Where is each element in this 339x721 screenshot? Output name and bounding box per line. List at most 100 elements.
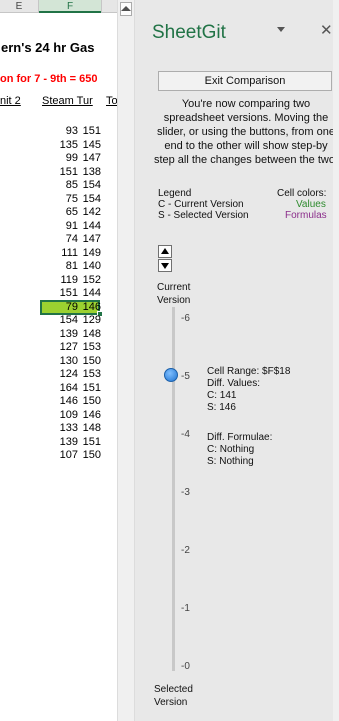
cell-unit2[interactable]: 91 xyxy=(40,220,78,233)
column-header-e[interactable]: E xyxy=(0,0,38,13)
column-header-label: F xyxy=(66,1,74,12)
cell-unit2[interactable]: 127 xyxy=(40,341,78,354)
cell-steam-turbine[interactable]: 151 xyxy=(80,382,101,395)
cell-unit2[interactable]: 124 xyxy=(40,368,78,381)
cell-unit2[interactable]: 151 xyxy=(40,287,78,300)
cell-range-text: Cell Range: $F$18 xyxy=(207,366,291,377)
cell-steam-turbine[interactable]: 149 xyxy=(80,247,101,260)
cell-steam-turbine[interactable]: 147 xyxy=(80,233,101,246)
cell-steam-turbine[interactable]: 146 xyxy=(80,409,101,422)
arrow-up-icon xyxy=(121,6,131,11)
cell-unit2[interactable]: 93 xyxy=(40,125,78,138)
exit-comparison-button[interactable]: Exit Comparison xyxy=(158,71,332,91)
cell-unit2[interactable]: 109 xyxy=(40,409,78,422)
chevron-down-icon[interactable] xyxy=(277,27,285,32)
comparison-description: You're now comparing two spreadsheet ver… xyxy=(153,98,339,166)
cell-steam-turbine[interactable]: 129 xyxy=(80,314,101,327)
cell-unit2[interactable]: 135 xyxy=(40,139,78,152)
column-header-g[interactable] xyxy=(102,0,117,13)
formulas-color-label: Formulas xyxy=(285,210,327,221)
slider-tick-label: -0 xyxy=(181,661,190,672)
vertical-scrollbar[interactable] xyxy=(117,0,135,721)
cell-steam-turbine[interactable]: 154 xyxy=(80,193,101,206)
cell-unit2[interactable]: 119 xyxy=(40,274,78,287)
sheetgit-pane: SheetGit ✕ Exit Comparison You're now co… xyxy=(135,0,339,721)
cell-unit2[interactable]: 133 xyxy=(40,422,78,435)
diff-formulae-label: Diff. Formulae: xyxy=(207,432,273,443)
cell-steam-turbine[interactable]: 151 xyxy=(80,436,101,449)
cell-steam-turbine[interactable]: 148 xyxy=(80,422,101,435)
cell-unit2[interactable]: 154 xyxy=(40,314,78,327)
triangle-down-icon xyxy=(161,263,169,269)
column-label-total: To xyxy=(106,95,117,107)
cell-steam-turbine[interactable]: 146 xyxy=(80,301,101,314)
cell-steam-turbine[interactable]: 154 xyxy=(80,179,101,192)
column-header-f[interactable]: F xyxy=(39,0,101,13)
sheet-title: ern's 24 hr Gas xyxy=(1,40,95,55)
version-slider-thumb[interactable] xyxy=(164,368,178,382)
cell-unit2[interactable]: 151 xyxy=(40,166,78,179)
slider-tick-label: -1 xyxy=(181,603,190,614)
cell-steam-turbine[interactable]: 142 xyxy=(80,206,101,219)
step-up-button[interactable] xyxy=(158,245,172,258)
triangle-up-icon xyxy=(161,248,169,254)
cell-unit2[interactable]: 79 xyxy=(40,301,78,314)
cell-unit2[interactable]: 65 xyxy=(40,206,78,219)
values-color-label: Values xyxy=(296,199,326,210)
step-down-button[interactable] xyxy=(158,259,172,272)
sheet-subtitle: on for 7 - 9th = 650 xyxy=(0,73,98,85)
legend-current: C - Current Version xyxy=(158,199,244,210)
cell-steam-turbine[interactable]: 144 xyxy=(80,287,101,300)
cell-unit2[interactable]: 85 xyxy=(40,179,78,192)
column-label-steam-turbine: Steam Tur xyxy=(42,95,93,107)
cell-unit2[interactable]: 99 xyxy=(40,152,78,165)
cell-steam-turbine[interactable]: 151 xyxy=(80,125,101,138)
diff-values-label: Diff. Values: xyxy=(207,378,260,389)
cell-unit2[interactable]: 81 xyxy=(40,260,78,273)
slider-tick-label: -6 xyxy=(181,313,190,324)
cell-unit2[interactable]: 146 xyxy=(40,395,78,408)
current-formula-text: C: Nothing xyxy=(207,444,255,455)
cell-steam-turbine[interactable]: 144 xyxy=(80,220,101,233)
cell-unit2[interactable]: 74 xyxy=(40,233,78,246)
cell-steam-turbine[interactable]: 145 xyxy=(80,139,101,152)
selected-formula-text: S: Nothing xyxy=(207,456,254,467)
cell-steam-turbine[interactable]: 138 xyxy=(80,166,101,179)
cell-unit2[interactable]: 130 xyxy=(40,355,78,368)
legend-selected: S - Selected Version xyxy=(158,210,249,221)
column-label-unit2: nit 2 xyxy=(0,95,21,107)
close-icon[interactable]: ✕ xyxy=(320,21,333,39)
selected-version-label-2: Version xyxy=(154,697,188,708)
slider-tick-label: -3 xyxy=(181,487,190,498)
cell-steam-turbine[interactable]: 153 xyxy=(80,368,101,381)
scroll-up-button[interactable] xyxy=(120,2,132,16)
current-value-text: C: 141 xyxy=(207,390,237,401)
cell-unit2[interactable]: 139 xyxy=(40,436,78,449)
slider-tick-label: -5 xyxy=(181,371,190,382)
slider-tick-label: -4 xyxy=(181,429,190,440)
cell-steam-turbine[interactable]: 148 xyxy=(80,328,101,341)
cell-steam-turbine[interactable]: 140 xyxy=(80,260,101,273)
selected-version-label-1: Selected xyxy=(154,684,193,695)
cell-colors-label: Cell colors: xyxy=(277,188,327,199)
legend-label: Legend xyxy=(158,188,192,199)
cell-steam-turbine[interactable]: 150 xyxy=(80,355,101,368)
pane-edge xyxy=(333,0,339,721)
cell-steam-turbine[interactable]: 152 xyxy=(80,274,101,287)
cell-unit2[interactable]: 139 xyxy=(40,328,78,341)
cell-steam-turbine[interactable]: 153 xyxy=(80,341,101,354)
current-version-label-1: Current xyxy=(157,282,191,293)
cell-unit2[interactable]: 107 xyxy=(40,449,78,462)
selected-value-text: S: 146 xyxy=(207,402,236,413)
cell-unit2[interactable]: 111 xyxy=(40,247,78,260)
column-header-label: E xyxy=(15,1,23,12)
cell-steam-turbine[interactable]: 147 xyxy=(80,152,101,165)
version-slider-track[interactable] xyxy=(172,307,175,671)
cell-steam-turbine[interactable]: 150 xyxy=(80,395,101,408)
current-version-label-2: Version xyxy=(157,295,191,306)
spreadsheet-grid[interactable]: E F ern's 24 hr Gas on for 7 - 9th = 650… xyxy=(0,0,117,721)
cell-unit2[interactable]: 75 xyxy=(40,193,78,206)
cell-steam-turbine[interactable]: 150 xyxy=(80,449,101,462)
cell-unit2[interactable]: 164 xyxy=(40,382,78,395)
pane-title: SheetGit xyxy=(152,22,226,43)
